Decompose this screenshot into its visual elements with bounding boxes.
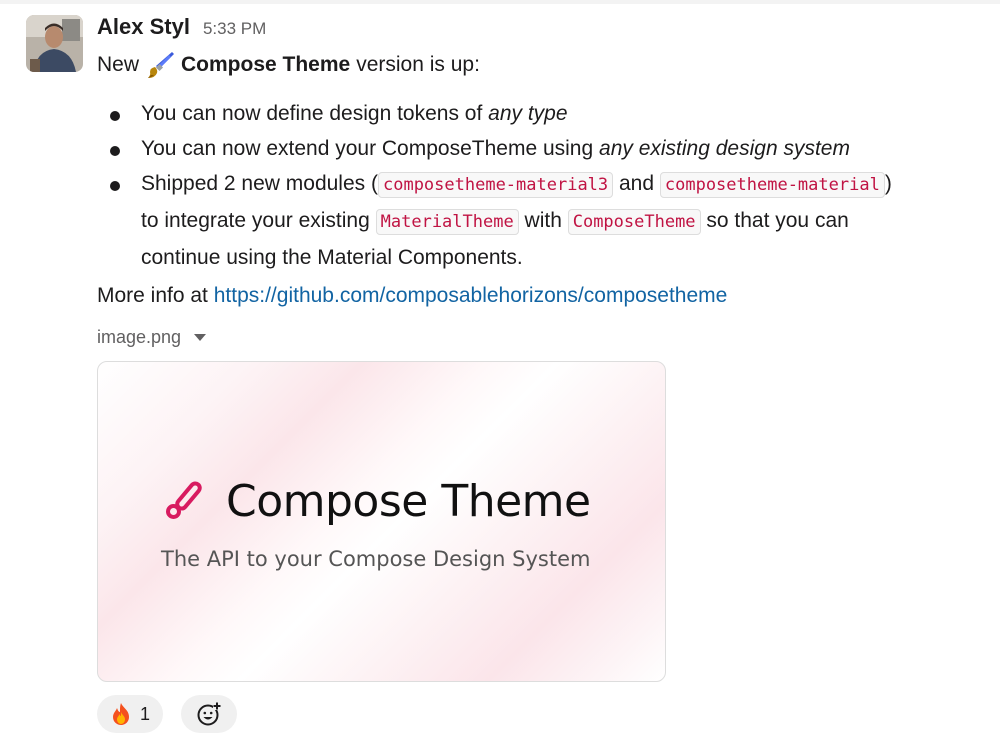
message-header: Alex Styl 5:33 PM	[97, 14, 266, 40]
intro-prefix: New	[97, 53, 140, 76]
intro-bold-title: Compose Theme	[181, 53, 351, 76]
bullet-italic: any existing design system	[599, 137, 850, 160]
bullet-text: Shipped 2 new modules (	[141, 172, 378, 195]
list-item: Shipped 2 new modules (composetheme-mate…	[100, 166, 892, 275]
more-info-label: More info at	[97, 284, 214, 307]
bullet-dot	[110, 111, 120, 121]
inline-code: MaterialTheme	[375, 209, 519, 235]
bullet-text: so that you can	[700, 209, 849, 232]
list-item: You can now extend your ComposeTheme usi…	[100, 131, 892, 166]
timestamp[interactable]: 5:33 PM	[203, 19, 266, 39]
paintbrush-emoji-icon	[145, 50, 175, 80]
add-emoji-icon	[197, 702, 222, 726]
fire-emoji-icon	[113, 703, 129, 725]
bullet-text: with	[518, 209, 568, 232]
inline-code: ComposeTheme	[567, 209, 701, 235]
intro-suffix: version is up:	[356, 53, 480, 76]
bullet-text: to integrate your existing	[141, 209, 376, 232]
bullet-text: )	[884, 172, 892, 195]
bullet-text: continue using the Material Components.	[141, 246, 523, 269]
preview-title: Compose Theme	[226, 476, 591, 527]
attachment-filename: image.png	[97, 327, 182, 347]
bullet-dot	[110, 181, 120, 191]
image-preview[interactable]: Compose Theme The API to your Compose De…	[97, 361, 666, 682]
reactions-bar: 1	[97, 695, 238, 733]
bullet-italic: any type	[488, 102, 568, 125]
brush-logo-icon	[166, 480, 202, 519]
bullet-dot	[110, 146, 120, 156]
reaction-count: 1	[140, 703, 151, 724]
preview-brand: Compose Theme	[164, 476, 591, 527]
author-name[interactable]: Alex Styl	[97, 14, 190, 40]
message-intro: New Compose Theme version is up:	[97, 50, 480, 80]
list-item: You can now define design tokens of any …	[100, 96, 892, 131]
caret-down-icon	[194, 334, 207, 341]
inline-code: composetheme-material3	[377, 172, 614, 198]
bullet-text: and	[613, 172, 660, 195]
avatar-image	[26, 15, 83, 72]
bullet-text: You can now define design tokens of	[141, 102, 489, 125]
add-reaction-button[interactable]	[181, 695, 238, 733]
reaction-fire[interactable]: 1	[97, 695, 164, 733]
preview-subtitle: The API to your Compose Design System	[161, 547, 591, 571]
avatar[interactable]	[26, 15, 83, 72]
divider	[0, 0, 1000, 4]
attachment-toggle[interactable]: image.png	[97, 327, 207, 348]
message: Alex Styl 5:33 PM New Compose Theme vers…	[0, 0, 1000, 753]
more-info-line: More info at https://github.com/composab…	[97, 284, 727, 308]
github-link[interactable]: https://github.com/composablehorizons/co…	[214, 284, 728, 307]
bullet-list: You can now define design tokens of any …	[100, 96, 892, 275]
inline-code: composetheme-material	[659, 172, 885, 198]
bullet-text: You can now extend your ComposeTheme usi…	[141, 137, 600, 160]
